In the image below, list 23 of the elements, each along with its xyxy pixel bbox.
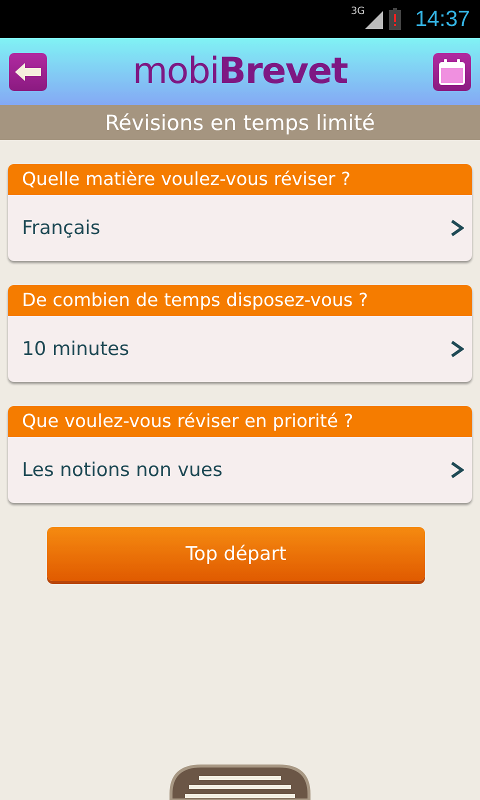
chevron-icon bbox=[450, 219, 464, 237]
question-label: De combien de temps disposez-vous ? bbox=[8, 285, 472, 316]
question-label: Que voulez-vous réviser en priorité ? bbox=[8, 406, 472, 437]
app-logo: mobiBrevet bbox=[132, 51, 348, 92]
clock: 14:37 bbox=[414, 6, 470, 32]
question-card[interactable]: Quelle matière voulez-vous réviser ? Français bbox=[8, 164, 472, 261]
chevron-icon bbox=[450, 340, 464, 358]
signal-icon bbox=[362, 9, 383, 29]
question-card[interactable]: Que voulez-vous réviser en priorité ? Les notions non vues bbox=[8, 406, 472, 503]
drawer-handle[interactable] bbox=[169, 764, 311, 800]
back-arrow-icon bbox=[15, 62, 41, 80]
battery-icon bbox=[388, 8, 401, 30]
network-label: 3G bbox=[350, 6, 365, 17]
answer-value: 10 minutes bbox=[22, 338, 130, 360]
calendar-icon bbox=[438, 58, 466, 86]
answer-value: Français bbox=[22, 217, 100, 239]
answer-value: Les notions non vues bbox=[22, 459, 223, 481]
back-button[interactable] bbox=[9, 52, 47, 90]
calendar-button[interactable] bbox=[433, 52, 471, 90]
chevron-icon bbox=[450, 461, 464, 479]
screen-title: Révisions en temps limité bbox=[0, 105, 480, 140]
question-label: Quelle matière voulez-vous réviser ? bbox=[8, 164, 472, 195]
question-card[interactable]: De combien de temps disposez-vous ? 10 minutes bbox=[8, 285, 472, 382]
